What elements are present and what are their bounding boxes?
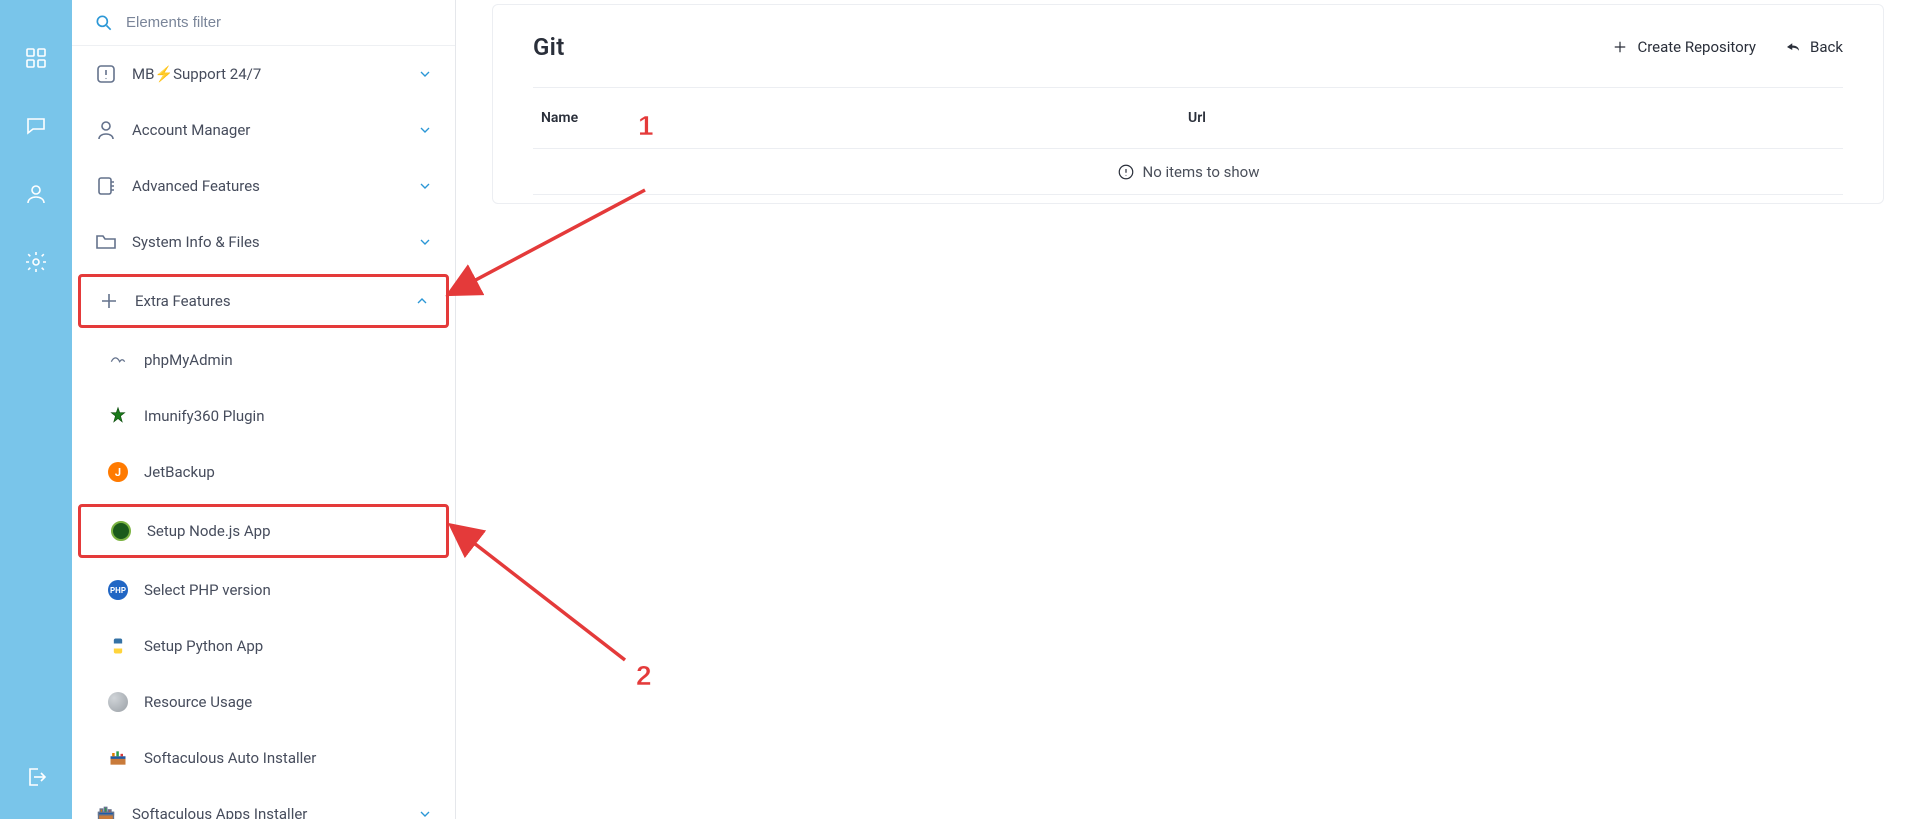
back-button[interactable]: Back (1784, 38, 1843, 56)
sidebar-group-label: Softaculous Apps Installer (132, 805, 307, 819)
php-icon: PHP (106, 578, 130, 602)
search-row (72, 0, 455, 46)
column-url: Url (1188, 110, 1835, 126)
warning-icon (94, 62, 118, 86)
folder-icon (94, 230, 118, 254)
sidebar-group-system[interactable]: System Info & Files (72, 214, 455, 270)
sidebar-group-label: MB⚡Support 24/7 (132, 65, 261, 83)
sidebar-item-setup-nodejs[interactable]: Setup Node.js App (78, 504, 449, 558)
settings-icon[interactable] (24, 250, 48, 274)
advanced-icon (94, 174, 118, 198)
action-label: Back (1810, 38, 1843, 56)
sidebar: MB⚡Support 24/7 Account Manager Advanced… (72, 0, 456, 819)
dashboard-icon[interactable] (24, 46, 48, 70)
column-name: Name (541, 110, 1188, 126)
chevron-down-icon (417, 122, 433, 138)
empty-state: No items to show (533, 149, 1843, 195)
create-repository-button[interactable]: Create Repository (1611, 38, 1756, 56)
sidebar-group-advanced[interactable]: Advanced Features (72, 158, 455, 214)
search-input[interactable] (94, 14, 433, 31)
search-icon (94, 13, 114, 33)
sidebar-group-label: Extra Features (135, 292, 231, 310)
python-icon (106, 634, 130, 658)
sidebar-group-account[interactable]: Account Manager (72, 102, 455, 158)
chevron-down-icon (417, 234, 433, 250)
softaculous-apps-icon (94, 802, 118, 819)
sidebar-item-softaculous-auto[interactable]: Softaculous Auto Installer (72, 730, 455, 786)
sidebar-item-label: Select PHP version (144, 581, 271, 599)
sidebar-item-label: Softaculous Auto Installer (144, 749, 316, 767)
sidebar-item-label: phpMyAdmin (144, 351, 233, 369)
user-icon[interactable] (24, 182, 48, 206)
sidebar-item-select-php[interactable]: PHP Select PHP version (72, 562, 455, 618)
sidebar-item-label: JetBackup (144, 463, 215, 481)
table-header: Name Url (533, 88, 1843, 149)
sidebar-group-softaculous-apps[interactable]: Softaculous Apps Installer (72, 786, 455, 819)
empty-text: No items to show (1143, 163, 1260, 181)
sidebar-group-support[interactable]: MB⚡Support 24/7 (72, 46, 455, 102)
sidebar-item-jetbackup[interactable]: J JetBackup (72, 444, 455, 500)
main-content: Git Create Repository Back Name Url No i… (462, 0, 1914, 819)
plus-icon (97, 289, 121, 313)
sidebar-group-label: Account Manager (132, 121, 250, 139)
sidebar-group-label: System Info & Files (132, 233, 260, 251)
sidebar-item-label: Setup Python App (144, 637, 263, 655)
chat-icon[interactable] (24, 114, 48, 138)
softaculous-icon (106, 746, 130, 770)
chevron-down-icon (417, 806, 433, 819)
sidebar-item-label: Imunify360 Plugin (144, 407, 265, 425)
sidebar-group-extra-features[interactable]: Extra Features (78, 274, 449, 328)
action-label: Create Repository (1637, 38, 1756, 56)
sidebar-item-label: Setup Node.js App (147, 522, 271, 540)
phpmyadmin-icon (106, 348, 130, 372)
sidebar-item-resource-usage[interactable]: Resource Usage (72, 674, 455, 730)
chevron-down-icon (417, 178, 433, 194)
sidebar-item-phpmyadmin[interactable]: phpMyAdmin (72, 332, 455, 388)
nav-rail (0, 0, 72, 819)
person-icon (94, 118, 118, 142)
resource-usage-icon (106, 690, 130, 714)
jetbackup-icon: J (106, 460, 130, 484)
sidebar-item-setup-python[interactable]: Setup Python App (72, 618, 455, 674)
sidebar-group-label: Advanced Features (132, 177, 260, 195)
git-panel: Git Create Repository Back Name Url No i… (492, 4, 1884, 204)
imunify-icon (106, 404, 130, 428)
panel-header: Git Create Repository Back (533, 33, 1843, 88)
sidebar-item-imunify360[interactable]: Imunify360 Plugin (72, 388, 455, 444)
panel-actions: Create Repository Back (1611, 38, 1843, 56)
logout-icon[interactable] (24, 765, 48, 789)
page-title: Git (533, 33, 565, 61)
chevron-up-icon (414, 293, 430, 309)
chevron-down-icon (417, 66, 433, 82)
nodejs-icon (109, 519, 133, 543)
sidebar-item-label: Resource Usage (144, 693, 252, 711)
